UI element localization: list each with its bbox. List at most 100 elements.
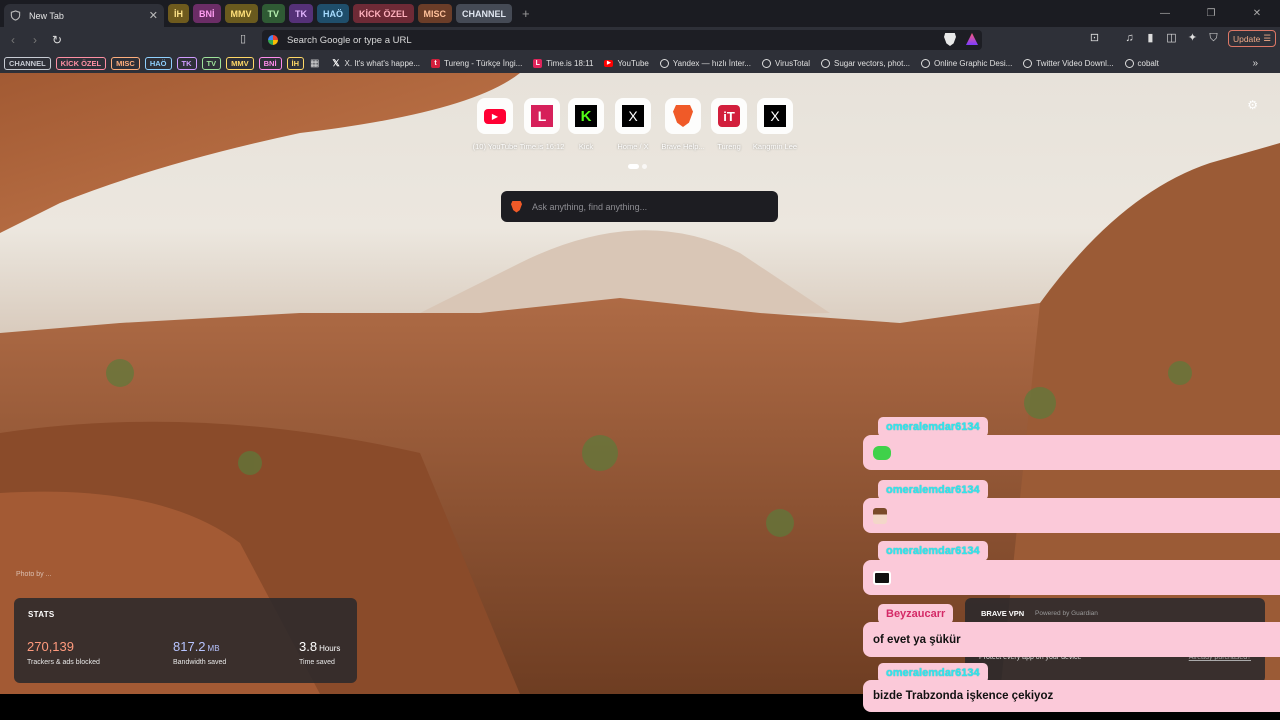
minimize-button[interactable]: — [1142,8,1188,19]
tab-group-chip[interactable]: MMV [224,4,258,23]
bookmark-group-chip[interactable]: KİCK ÖZEL [55,56,107,70]
toolbar: ‹ › ↻ ▯ Search Google or type a URL ⊡ ♫ … [0,27,1280,53]
forward-button[interactable]: › [24,33,46,47]
chat-username[interactable]: omeralemdar6134 [878,480,988,500]
top-site-tile[interactable]: K [568,98,604,134]
search-box[interactable]: Ask anything, find anything... [501,191,778,222]
trackers-label: Trackers & ads blocked [27,659,100,666]
stats-title: STATS [28,610,55,619]
x-icon: 𝕏 [332,57,340,68]
green-emote [873,445,891,460]
chat-username[interactable]: omeralemdar6134 [878,417,988,437]
bookmark-group-chip[interactable]: MMV [226,56,254,70]
bookmark-label: YouTube [617,58,649,68]
bookmark-item[interactable]: 𝕏 X. It's what's happe... [331,57,421,68]
bookmark-label: Online Graphic Desi... [934,58,1013,68]
top-site-label: Kick [578,142,594,151]
bookmark-item[interactable]: Twitter Video Downl... [1023,58,1114,68]
bookmark-item[interactable]: Yandex — hızlı İnter... [659,58,751,68]
tab-group-chip[interactable]: HAÖ [317,4,350,23]
tab-group-chip[interactable]: İH [168,4,189,23]
update-button[interactable]: Update ☰ [1227,30,1276,47]
bookmark-item[interactable]: ▶ YouTube [604,58,649,68]
bookmark-group-chip[interactable]: MISC [111,56,140,70]
close-window-button[interactable]: ✕ [1234,8,1280,19]
bookmark-item[interactable]: cobalt [1124,58,1159,68]
top-site-tile[interactable] [665,98,701,134]
close-tab-icon[interactable]: ✕ [149,9,158,22]
timeis-icon: L [531,105,553,127]
bookmark-group-chip[interactable]: BNİ [258,56,282,70]
top-site[interactable]: L Time.is 16:12 [520,98,564,151]
new-tab-button[interactable]: + [522,6,530,21]
bookmark-group-chip[interactable]: TV [201,56,222,70]
top-site-tile[interactable]: L [524,98,560,134]
page-dot-active[interactable] [628,164,639,169]
chat-message: of evet ya şükür [863,622,1280,657]
chat-username[interactable]: omeralemdar6134 [878,541,988,561]
page-dot[interactable] [642,164,647,169]
gear-icon[interactable]: ⚙ [1247,98,1258,112]
tab-group-chip[interactable]: BNİ [193,4,221,23]
bookmark-page-icon[interactable]: ▯ [240,32,246,45]
tab-group-chip[interactable]: CHANNEL [456,4,513,23]
shield-icon[interactable]: ⛉ [1207,32,1220,45]
globe-icon [820,58,830,68]
top-site[interactable]: ▶ (10) YouTube [470,98,520,151]
tab-group-chip[interactable]: MISC [417,4,453,23]
stats-widget: STATS 270,139 Trackers & ads blocked 817… [14,598,357,683]
dark-emote [873,570,891,585]
trackers-value: 270,139 [27,639,74,654]
bookmark-item[interactable]: L Time.is 18:11 [533,58,593,68]
photo-credit[interactable]: Photo by ... [16,571,51,578]
tab-group-chip[interactable]: TK [289,4,314,23]
tab-group-chip[interactable]: KİCK ÖZEL [353,4,414,23]
address-bar[interactable]: Search Google or type a URL [262,30,982,50]
back-button[interactable]: ‹ [2,33,24,47]
top-site[interactable]: Brave Help... [658,98,708,151]
wallet-icon[interactable]: ◫ [1165,32,1178,45]
bookmark-group-chip[interactable]: HAÖ [144,56,172,70]
sidebar-icon[interactable]: ▮ [1144,32,1157,45]
bookmark-item[interactable]: Online Graphic Desi... [921,58,1013,68]
brave-rewards-icon[interactable] [966,33,978,45]
top-site[interactable]: iT Tureng [708,98,750,151]
more-bookmarks-icon[interactable]: » [1252,58,1258,69]
bookmark-label: Yandex — hızlı İnter... [672,58,751,68]
top-sites-pagination [628,164,647,169]
tureng-icon: t [431,58,441,68]
tab-group-chip[interactable]: TV [261,4,286,23]
bookmark-label: Twitter Video Downl... [1036,58,1114,68]
chat-username[interactable]: Beyzaucarr [878,604,954,624]
tab-new-tab[interactable]: New Tab ✕ [4,4,164,27]
top-site-tile[interactable]: iT [711,98,747,134]
bookmark-item[interactable]: t Tureng - Türkçe İngi... [431,58,522,68]
bookmark-item[interactable]: VirusTotal [762,58,810,68]
globe-icon [921,58,931,68]
bookmark-item[interactable]: Sugar vectors, phot... [820,58,910,68]
top-sites: ▶ (10) YouTube L Time.is 16:12 K Kick X Home / … [470,98,800,151]
reload-button[interactable]: ↻ [46,33,68,47]
top-site[interactable]: X Kangmin Lee [750,98,800,151]
bookmark-group-chip[interactable]: İH [286,56,305,70]
bandwidth-label: Bandwidth saved [173,659,227,666]
x-icon: X [622,105,644,127]
apps-grid-icon[interactable]: ▦ [310,58,319,69]
leo-ai-icon[interactable]: ✦ [1186,32,1199,45]
top-site[interactable]: K Kick [564,98,608,151]
brave-shields-icon[interactable] [944,33,956,46]
vpn-icon[interactable]: ⊡ [1088,32,1101,45]
top-site-tile[interactable]: X [615,98,651,134]
bookmark-group-chip[interactable]: TK [176,56,197,70]
bookmark-group-chip[interactable]: CHANNEL [4,56,51,70]
youtube-icon: ▶ [604,59,614,67]
top-site-tile[interactable]: ▶ [477,98,513,134]
shield-icon [10,10,21,21]
media-icon[interactable]: ♫ [1123,32,1136,45]
bookmark-label: VirusTotal [775,58,810,68]
search-placeholder: Ask anything, find anything... [532,201,648,212]
bookmark-label: X. It's what's happe... [344,58,421,68]
top-site-tile[interactable]: X [757,98,793,134]
top-site[interactable]: X Home / X [608,98,658,151]
maximize-button[interactable]: ❐ [1188,8,1234,19]
